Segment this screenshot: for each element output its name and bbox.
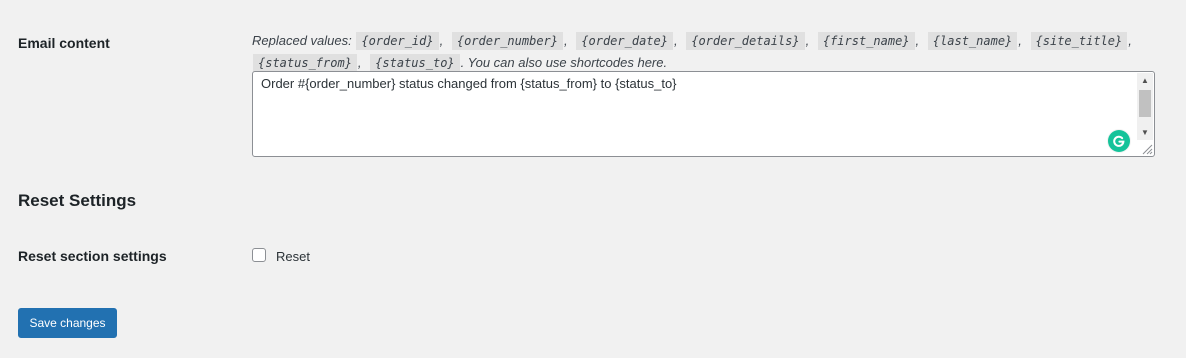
save-changes-button[interactable]: Save changes xyxy=(18,308,117,338)
separator: , xyxy=(1018,33,1022,48)
resize-grip-icon[interactable] xyxy=(1139,141,1153,155)
placeholder-code: {status_from} xyxy=(253,54,357,72)
separator: , xyxy=(439,33,444,48)
reset-section-settings-label: Reset section settings xyxy=(18,248,167,264)
email-content-label: Email content xyxy=(18,35,110,51)
placeholder-code: {order_id} xyxy=(356,32,439,50)
email-content-textarea[interactable]: Order #{order_number} status changed fro… xyxy=(252,71,1155,157)
separator: , xyxy=(1128,33,1132,48)
placeholder-code: {order_date} xyxy=(576,32,673,50)
scroll-up-arrow-icon[interactable]: ▲ xyxy=(1137,73,1153,88)
reset-settings-heading: Reset Settings xyxy=(18,191,137,210)
placeholder-code: {order_details} xyxy=(686,32,805,50)
email-content-text[interactable]: Order #{order_number} status changed fro… xyxy=(261,76,677,91)
placeholder-code: {order_number} xyxy=(451,32,564,50)
separator: , xyxy=(915,33,920,48)
placeholder-code: {status_to} xyxy=(370,54,460,72)
scrollbar-thumb[interactable] xyxy=(1139,90,1151,117)
scroll-down-arrow-icon[interactable]: ▼ xyxy=(1137,125,1153,140)
grammarly-icon[interactable] xyxy=(1108,130,1130,152)
placeholder-code: {last_name} xyxy=(927,32,1018,50)
separator: , xyxy=(673,33,678,48)
placeholder-code: {site_title} xyxy=(1030,32,1128,50)
placeholder-code: {first_name} xyxy=(817,32,915,50)
separator: , xyxy=(805,33,810,48)
replaced-values-prefix: Replaced values: xyxy=(252,33,352,48)
separator: , xyxy=(564,33,568,48)
shortcodes-note: . You can also use shortcodes here. xyxy=(460,55,668,70)
reset-checkbox-label[interactable]: Reset xyxy=(276,249,310,264)
separator: , xyxy=(357,55,362,70)
replaced-values-description: Replaced values: {order_id}, {order_numb… xyxy=(252,30,1152,74)
textarea-scrollbar[interactable]: ▲ ▼ xyxy=(1137,73,1153,140)
reset-checkbox[interactable] xyxy=(252,248,266,262)
